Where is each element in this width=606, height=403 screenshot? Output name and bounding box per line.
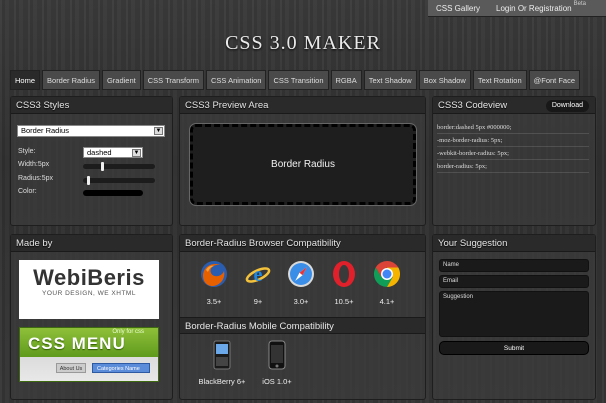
- property-select[interactable]: Border Radius ▼: [17, 125, 165, 137]
- webiberis-tagline: YOUR DESIGN, WE XHTML: [42, 290, 136, 297]
- blackberry-icon: [213, 340, 231, 370]
- tab-font-face[interactable]: @Font Face: [528, 70, 581, 90]
- suggestion-textarea[interactable]: Suggestion: [439, 291, 589, 337]
- email-field[interactable]: Email: [439, 275, 589, 288]
- suggestion-panel: Your Suggestion Name Email Suggestion Su…: [432, 234, 596, 400]
- css3-preview-panel: CSS3 Preview Area Border Radius: [179, 96, 426, 226]
- preview-text: Border Radius: [271, 159, 335, 170]
- chrome-version: 4.1+: [379, 297, 395, 306]
- suggestion-title: Your Suggestion: [433, 235, 595, 252]
- browser-safari: 3.0+: [281, 260, 321, 306]
- code-line: border-radius: 5px;: [437, 160, 589, 173]
- name-field[interactable]: Name: [439, 259, 589, 272]
- firefox-version: 3.5+: [206, 297, 222, 306]
- tab-css-animation[interactable]: CSS Animation: [206, 70, 267, 90]
- iphone-icon: [268, 340, 286, 370]
- code-line: -moz-border-radius: 5px;: [437, 134, 589, 147]
- browser-opera: 10.5+: [324, 260, 364, 306]
- ie-icon: e: [245, 264, 271, 286]
- preview-box: Border Radius: [189, 123, 417, 206]
- style-label: Style:: [18, 148, 36, 155]
- device-blackberry: BlackBerry 6+: [197, 340, 247, 386]
- tab-text-rotation[interactable]: Text Rotation: [472, 70, 527, 90]
- tab-box-shadow[interactable]: Box Shadow: [418, 70, 471, 90]
- mobile-compatibility-title: Border-Radius Mobile Compatibility: [180, 317, 425, 334]
- css3-styles-title: CSS3 Styles: [11, 97, 172, 114]
- beta-badge: Beta: [573, 1, 586, 7]
- css-menu-category-button: Categories Name: [92, 363, 150, 373]
- login-registration-link[interactable]: Login Or Registration: [488, 4, 580, 13]
- tab-border-radius[interactable]: Border Radius: [42, 70, 100, 90]
- tab-css-transition[interactable]: CSS Transition: [268, 70, 329, 90]
- color-picker[interactable]: [83, 190, 143, 196]
- radius-slider-handle[interactable]: [87, 176, 90, 185]
- property-select-value: Border Radius: [21, 126, 69, 135]
- tab-rgba[interactable]: RGBA: [330, 70, 362, 90]
- css-menu-banner[interactable]: Only for css CSS MENU About Us Categorie…: [19, 327, 159, 382]
- browser-firefox: 3.5+: [194, 260, 234, 306]
- opera-icon: [333, 261, 355, 287]
- width-slider[interactable]: [83, 162, 155, 171]
- css3-codeview-panel: CSS3 Codeview Download border:dashed 5px…: [432, 96, 596, 226]
- top-links-bar: CSS Gallery Login Or Registration Beta: [428, 0, 606, 17]
- submit-button[interactable]: Submit: [439, 341, 589, 355]
- browser-chrome: 4.1+: [367, 260, 407, 306]
- css-menu-title: CSS MENU: [28, 334, 126, 353]
- width-label: Width:5px: [18, 161, 50, 168]
- safari-icon: [288, 261, 314, 287]
- opera-version: 10.5+: [334, 297, 354, 306]
- webiberis-logo-text: WebiBeris: [33, 265, 145, 290]
- safari-version: 3.0+: [293, 297, 309, 306]
- css3-preview-title: CSS3 Preview Area: [180, 97, 425, 114]
- radius-label: Radius:5px: [18, 175, 54, 182]
- chevron-down-icon[interactable]: ▼: [154, 127, 163, 135]
- chrome-icon: [373, 260, 401, 288]
- made-by-panel: Made by WebiBeris YOUR DESIGN, WE XHTML …: [10, 234, 173, 400]
- code-line: -webkit-border-radius: 5px;: [437, 147, 589, 160]
- webiberis-banner[interactable]: WebiBeris YOUR DESIGN, WE XHTML: [19, 260, 159, 319]
- color-label: Color:: [18, 188, 37, 195]
- css-gallery-link[interactable]: CSS Gallery: [428, 4, 488, 13]
- svg-text:e: e: [254, 264, 263, 286]
- tab-text-shadow[interactable]: Text Shadow: [363, 70, 417, 90]
- browser-compatibility-panel: Border-Radius Browser Compatibility 3.5+…: [179, 234, 426, 400]
- style-select-value: dashed: [87, 148, 112, 157]
- blackberry-version: BlackBerry 6+: [198, 377, 246, 386]
- ie-version: 9+: [253, 297, 263, 306]
- site-logo[interactable]: CSS 3.0 MAKER: [0, 32, 606, 55]
- tab-css-transform[interactable]: CSS Transform: [142, 70, 205, 90]
- browser-ie: e 9+: [238, 260, 278, 306]
- made-by-title: Made by: [11, 235, 172, 252]
- firefox-icon: [201, 261, 227, 287]
- device-iphone: iOS 1.0+: [252, 340, 302, 386]
- tab-gradient[interactable]: Gradient: [101, 70, 141, 90]
- main-nav: Home Border Radius Gradient CSS Transfor…: [10, 70, 596, 90]
- chevron-down-icon[interactable]: ▼: [132, 149, 141, 157]
- style-select[interactable]: dashed ▼: [83, 147, 143, 158]
- css3-styles-panel: CSS3 Styles Border Radius ▼ Style: dashe…: [10, 96, 173, 226]
- browser-compatibility-title: Border-Radius Browser Compatibility: [180, 235, 425, 252]
- css-menu-about-button: About Us: [56, 363, 86, 373]
- download-button[interactable]: Download: [545, 100, 589, 112]
- tab-home[interactable]: Home: [10, 70, 41, 90]
- code-line: border:dashed 5px #000000;: [437, 121, 589, 134]
- iphone-version: iOS 1.0+: [262, 377, 292, 386]
- radius-slider[interactable]: [83, 176, 155, 185]
- width-slider-handle[interactable]: [101, 162, 104, 171]
